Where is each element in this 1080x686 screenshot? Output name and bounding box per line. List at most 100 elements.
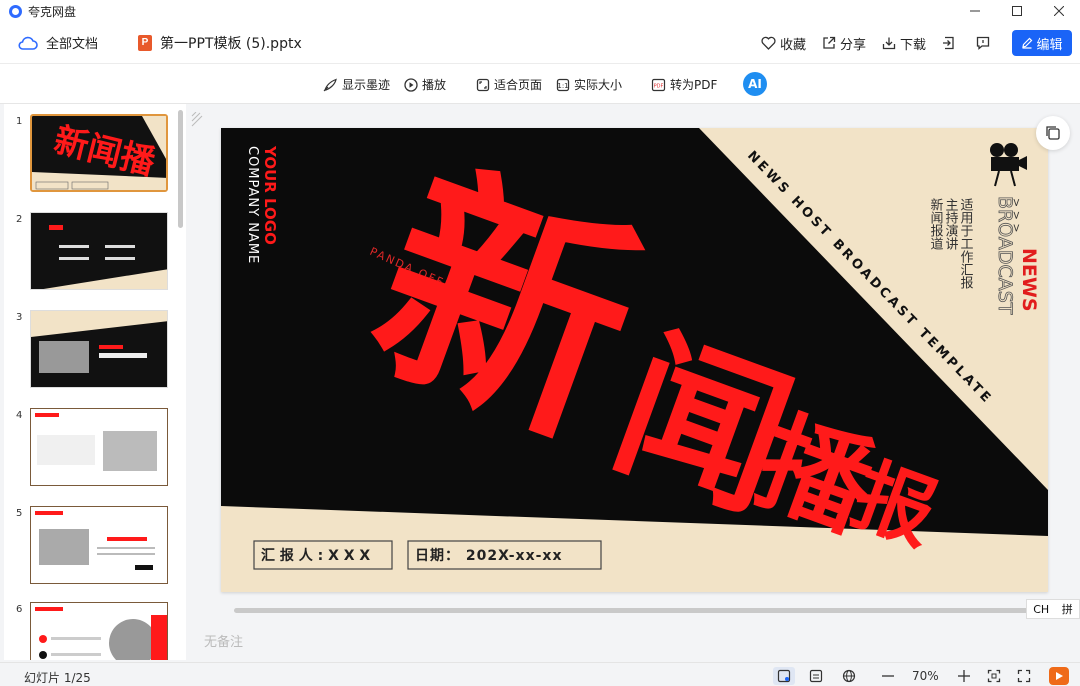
maximize-icon bbox=[1012, 6, 1022, 16]
comment-icon bbox=[976, 36, 990, 50]
globe-icon bbox=[842, 669, 856, 683]
minimize-button[interactable] bbox=[954, 0, 996, 22]
ime-language: CH bbox=[1033, 602, 1050, 616]
zoom-level[interactable]: 70% bbox=[912, 669, 939, 683]
minus-icon bbox=[882, 675, 894, 677]
share-button[interactable]: 分享 bbox=[822, 34, 866, 53]
download-icon bbox=[882, 37, 896, 50]
thumbnail-number: 3 bbox=[16, 312, 23, 323]
actual-size-icon: 1:1 bbox=[556, 78, 570, 91]
download-button[interactable]: 下载 bbox=[882, 34, 926, 53]
slide-counter: 幻灯片 1/25 bbox=[24, 671, 91, 685]
thumbnail-number: 4 bbox=[16, 410, 23, 421]
fullscreen-icon bbox=[1017, 669, 1031, 683]
svg-text:PDF: PDF bbox=[654, 83, 664, 89]
thumbnail-scrollbar[interactable] bbox=[178, 110, 183, 228]
close-button[interactable] bbox=[1038, 0, 1080, 22]
cloud-icon bbox=[18, 36, 38, 50]
thumbnail-slide-4[interactable] bbox=[30, 408, 168, 486]
film-camera-icon bbox=[990, 143, 1027, 187]
plus-icon bbox=[958, 670, 970, 682]
view-toolbar: 显示墨迹 播放 适合页面 1:1 实际大小 PDF 转为PDF bbox=[0, 64, 1080, 104]
thumbnail-slide-2[interactable] bbox=[30, 212, 168, 290]
fit-page-button[interactable]: 适合页面 bbox=[476, 76, 542, 93]
panel-resize-grip[interactable] bbox=[190, 111, 204, 133]
fit-page-label: 适合页面 bbox=[494, 78, 543, 92]
play-icon bbox=[1056, 672, 1063, 680]
show-ink-button[interactable]: 显示墨迹 bbox=[323, 76, 390, 93]
description-line: 新闻报道 bbox=[928, 197, 944, 250]
thumbnail-slide-3[interactable] bbox=[30, 310, 168, 388]
document-header: 全部文档 P 第一PPT模板 (5).pptx 收藏 分享 下载 编辑 bbox=[0, 22, 1080, 64]
slideshow-play-button[interactable] bbox=[1049, 667, 1069, 685]
fit-window-icon bbox=[987, 669, 1001, 683]
pdf-icon: PDF bbox=[651, 78, 666, 91]
thumbnail-number: 1 bbox=[16, 116, 23, 127]
fit-page-icon bbox=[476, 78, 490, 91]
header-actions: 收藏 分享 下载 编辑 bbox=[745, 30, 1072, 56]
reporter-text: 汇 报 人 : X X X bbox=[261, 547, 370, 564]
speaker-notes[interactable]: 无备注 bbox=[204, 631, 243, 650]
close-icon bbox=[1054, 6, 1064, 16]
actual-size-label: 实际大小 bbox=[574, 78, 623, 92]
notes-view-button[interactable] bbox=[805, 667, 827, 685]
normal-view-icon bbox=[777, 669, 791, 683]
zoom-out-button[interactable] bbox=[877, 667, 899, 685]
export-button[interactable] bbox=[942, 36, 960, 50]
file-name: 第一PPT模板 (5).pptx bbox=[160, 35, 302, 52]
fullscreen-button[interactable] bbox=[1013, 667, 1035, 685]
slide-thumbnail-panel: 1 新闻播 2 3 4 5 6 bbox=[4, 104, 186, 660]
grip-icon bbox=[191, 111, 203, 127]
thumbnail-slide-6[interactable] bbox=[30, 602, 168, 660]
convert-pdf-button[interactable]: PDF 转为PDF bbox=[651, 76, 717, 93]
quark-logo-icon bbox=[9, 4, 22, 18]
pptx-file-icon: P bbox=[138, 34, 153, 51]
pencil-icon bbox=[1022, 37, 1033, 49]
slide-canvas[interactable]: YOUR LOGO COMPANY NAME PANDA OFFICE 新 闻 … bbox=[221, 128, 1048, 592]
window-controls bbox=[954, 0, 1080, 22]
edit-label: 编辑 bbox=[1036, 37, 1063, 53]
slide-artwork: YOUR LOGO COMPANY NAME PANDA OFFICE 新 闻 … bbox=[221, 128, 1048, 570]
share-label: 分享 bbox=[839, 37, 866, 53]
thumbnail-number: 6 bbox=[16, 604, 23, 615]
actual-size-button[interactable]: 1:1 实际大小 bbox=[556, 76, 622, 93]
thumbnail-slide-5[interactable] bbox=[30, 506, 168, 584]
favorite-button[interactable]: 收藏 bbox=[761, 34, 806, 53]
status-bar: 幻灯片 1/25 70% bbox=[0, 662, 1080, 686]
thumbnail-number: 2 bbox=[16, 214, 23, 225]
minimize-icon bbox=[970, 10, 980, 12]
ai-assistant-button[interactable]: AI bbox=[743, 72, 767, 96]
comment-button[interactable] bbox=[976, 36, 994, 50]
play-circle-icon bbox=[404, 77, 418, 92]
share-icon bbox=[823, 36, 836, 49]
notes-view-icon bbox=[809, 669, 823, 683]
heart-icon bbox=[761, 36, 776, 50]
app-window: 夸克网盘 全部文档 P 第一PPT模板 (5).pptx 收藏 分享 下载 编辑… bbox=[0, 0, 1080, 686]
horizontal-scrollbar[interactable] bbox=[234, 608, 1034, 613]
ime-indicator[interactable]: CH 拼 bbox=[1026, 599, 1080, 619]
logo-text: YOUR LOGO bbox=[261, 145, 279, 245]
convert-pdf-label: 转为PDF bbox=[670, 78, 718, 92]
app-title: 夸克网盘 bbox=[28, 4, 77, 19]
ime-mode: 拼 bbox=[1061, 603, 1073, 616]
fit-window-button[interactable] bbox=[983, 667, 1005, 685]
web-view-button[interactable] bbox=[838, 667, 860, 685]
favorite-label: 收藏 bbox=[779, 37, 806, 53]
show-ink-label: 显示墨迹 bbox=[342, 78, 391, 92]
description-line: 主持演讲 bbox=[943, 198, 959, 250]
ai-label: AI bbox=[748, 77, 762, 91]
edit-button[interactable]: 编辑 bbox=[1012, 30, 1072, 56]
play-button[interactable]: 播放 bbox=[404, 76, 446, 93]
news-text: NEWS bbox=[1018, 248, 1040, 312]
thumbnail-slide-1[interactable]: 新闻播 bbox=[30, 114, 168, 192]
copy-slide-button[interactable] bbox=[1036, 116, 1070, 150]
all-documents-link[interactable]: 全部文档 bbox=[46, 33, 98, 52]
company-name-text: COMPANY NAME bbox=[245, 146, 260, 264]
copy-icon bbox=[1046, 126, 1060, 140]
download-label: 下载 bbox=[899, 37, 926, 53]
normal-view-button[interactable] bbox=[773, 667, 795, 685]
svg-text:1:1: 1:1 bbox=[557, 82, 568, 90]
maximize-button[interactable] bbox=[996, 0, 1038, 22]
thumbnail-number: 5 bbox=[16, 508, 23, 519]
zoom-in-button[interactable] bbox=[953, 667, 975, 685]
